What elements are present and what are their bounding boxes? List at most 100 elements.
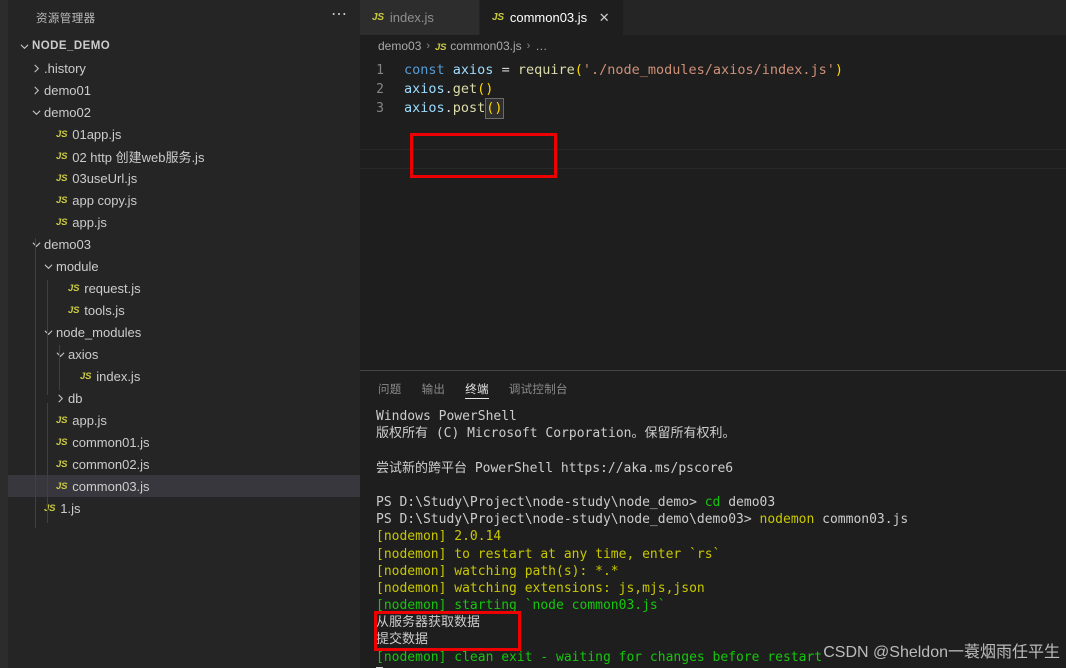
tree-item-label: axios	[68, 346, 99, 362]
file-tree: NODE_DEMO .history demo01 demo02 JS 01app.js J…	[8, 35, 360, 519]
terminal-command: cd	[704, 494, 721, 510]
tree-folder-item[interactable]: demo01	[8, 79, 360, 101]
chevron-right-icon[interactable]	[52, 394, 68, 403]
tree-file-item[interactable]: JS common03.js	[8, 475, 360, 497]
terminal-line: [nodemon] clean exit - waiting for chang…	[376, 649, 1066, 666]
tree-folder-item[interactable]: module	[8, 255, 360, 277]
js-file-icon: JS	[56, 150, 68, 162]
terminal-text: 版权所有 (C) Microsoft Corporation。保留所有权利。	[376, 426, 736, 442]
js-file-icon: JS	[80, 370, 92, 382]
tree-item-label: .history	[44, 60, 86, 76]
editor-tab-index-js[interactable]: JS index.js	[360, 0, 480, 35]
tree-root-item[interactable]: NODE_DEMO	[8, 35, 360, 57]
tree-file-item[interactable]: JS app copy.js	[8, 189, 360, 211]
terminal-text: Windows PowerShell	[376, 409, 517, 424]
editor-tab-label: index.js	[389, 10, 434, 25]
text-cursor: ()	[485, 98, 504, 119]
terminal-output[interactable]: Windows PowerShell 版权所有 (C) Microsoft Cor…	[360, 406, 1066, 668]
tree-item-label: module	[56, 258, 99, 274]
terminal-line: PS D:\Study\Project\node-study\node_demo…	[376, 494, 1066, 511]
js-file-icon: JS	[372, 12, 384, 23]
js-file-icon: JS	[492, 12, 504, 23]
close-icon[interactable]: ✕	[597, 10, 611, 26]
terminal-text: [nodemon] starting `node common03.js`	[376, 598, 666, 614]
editor-tab-common03-js[interactable]: JS common03.js ✕	[480, 0, 625, 35]
tree-file-item[interactable]: JS common01.js	[8, 431, 360, 453]
terminal-text: 从服务器获取数据	[376, 615, 481, 631]
editor-line-rule	[360, 168, 1066, 169]
code-line-text: const axios = require('./node_modules/ax…	[404, 61, 843, 80]
breadcrumb-item[interactable]: demo03	[378, 39, 421, 53]
terminal-text: [nodemon] watching path(s): *.*	[376, 563, 619, 579]
tree-folder-item[interactable]: node_modules	[8, 321, 360, 343]
tree-folder-item[interactable]: .history	[8, 57, 360, 79]
code-token: ()	[477, 81, 494, 97]
chevron-down-icon[interactable]	[28, 108, 44, 117]
code-token: .	[444, 100, 453, 116]
tree-file-item[interactable]: JS 03useUrl.js	[8, 167, 360, 189]
terminal-line: 尝试新的跨平台 PowerShell https://aka.ms/pscore…	[376, 460, 1066, 477]
js-file-icon: JS	[68, 304, 80, 316]
line-number: 2	[376, 82, 384, 97]
chevron-down-icon[interactable]	[52, 350, 68, 359]
tree-folder-item[interactable]: db	[8, 387, 360, 409]
terminal-command: nodemon	[759, 512, 815, 528]
terminal-line: 从服务器获取数据	[376, 614, 1066, 631]
terminal-line: [nodemon] to restart at any time, enter …	[376, 546, 1066, 563]
code-line-text: axios.get()	[404, 80, 493, 99]
code-token: axios	[404, 81, 445, 97]
code-token: .	[444, 81, 453, 97]
tree-indent-guide	[35, 238, 36, 528]
panel-tab-1[interactable]: 输出	[422, 371, 446, 406]
panel-tab-0[interactable]: 问题	[378, 371, 402, 406]
tree-file-item[interactable]: JS tools.js	[8, 299, 360, 321]
ellipsis-icon[interactable]: ⋯	[331, 6, 348, 26]
explorer-sidebar: 资源管理器 ⋯ NODE_DEMO .history demo01 demo02 JS 0…	[8, 0, 360, 668]
tree-item-label: db	[68, 390, 83, 406]
breadcrumb-item[interactable]: JS common03.js	[435, 39, 522, 53]
explorer-title: 资源管理器	[36, 12, 96, 25]
breadcrumb: demo03 › JS common03.js ›…	[360, 35, 1066, 57]
terminal-prompt: PS D:\Study\Project\node-study\node_demo…	[376, 494, 705, 510]
chevron-right-icon[interactable]	[28, 86, 44, 95]
terminal-text: 提交数据	[376, 632, 429, 648]
terminal-text: [nodemon] watching extensions: js,mjs,js…	[376, 580, 705, 596]
code-editor[interactable]: 1 const axios = require('./node_modules/a…	[360, 57, 1066, 370]
tree-folder-item[interactable]: demo02	[8, 101, 360, 123]
tree-file-item[interactable]: JS 1.js	[8, 497, 360, 519]
tree-item-label: 1.js	[60, 500, 81, 516]
chevron-down-icon[interactable]	[40, 328, 56, 337]
breadcrumb-label: …	[535, 39, 548, 53]
chevron-right-icon[interactable]	[28, 64, 44, 73]
chevron-down-icon[interactable]	[16, 42, 32, 51]
tree-folder-item[interactable]: demo03	[8, 233, 360, 255]
chevron-down-icon[interactable]	[40, 262, 56, 271]
terminal-prompt: PS D:\Study\Project\node-study\node_demo…	[376, 512, 760, 528]
tree-file-item[interactable]: JS app.js	[8, 211, 360, 233]
breadcrumb-label: demo03	[378, 39, 422, 53]
tree-item-label: demo02	[44, 104, 91, 120]
code-token: './node_modules/axios/index.js'	[582, 62, 835, 78]
terminal-line: Windows PowerShell	[376, 408, 1066, 425]
tree-file-item[interactable]: JS index.js	[8, 365, 360, 387]
panel-tab-2[interactable]: 终端	[465, 371, 489, 406]
tree-file-item[interactable]: JS 01app.js	[8, 123, 360, 145]
panel-tab-3[interactable]: 调试控制台	[509, 371, 568, 406]
terminal-command-args: common03.js	[814, 512, 909, 528]
js-file-icon: JS	[56, 480, 68, 492]
js-file-icon: JS	[56, 216, 68, 228]
tree-item-label: 03useUrl.js	[72, 170, 138, 186]
tree-file-item[interactable]: JS common02.js	[8, 453, 360, 475]
chevron-down-icon[interactable]	[28, 240, 44, 249]
tree-folder-item[interactable]: axios	[8, 343, 360, 365]
line-number: 1	[376, 63, 384, 78]
tree-file-item[interactable]: JS app.js	[8, 409, 360, 431]
js-file-icon: JS	[56, 458, 68, 470]
code-token: require	[517, 62, 575, 78]
editor-tab-bar: JS index.js JS common03.js ✕	[360, 0, 1066, 35]
tree-file-item[interactable]: JS 02 http 创建web服务.js	[8, 145, 360, 167]
breadcrumb-item[interactable]: …	[535, 39, 547, 53]
js-file-icon: JS	[56, 414, 68, 426]
tree-file-item[interactable]: JS request.js	[8, 277, 360, 299]
